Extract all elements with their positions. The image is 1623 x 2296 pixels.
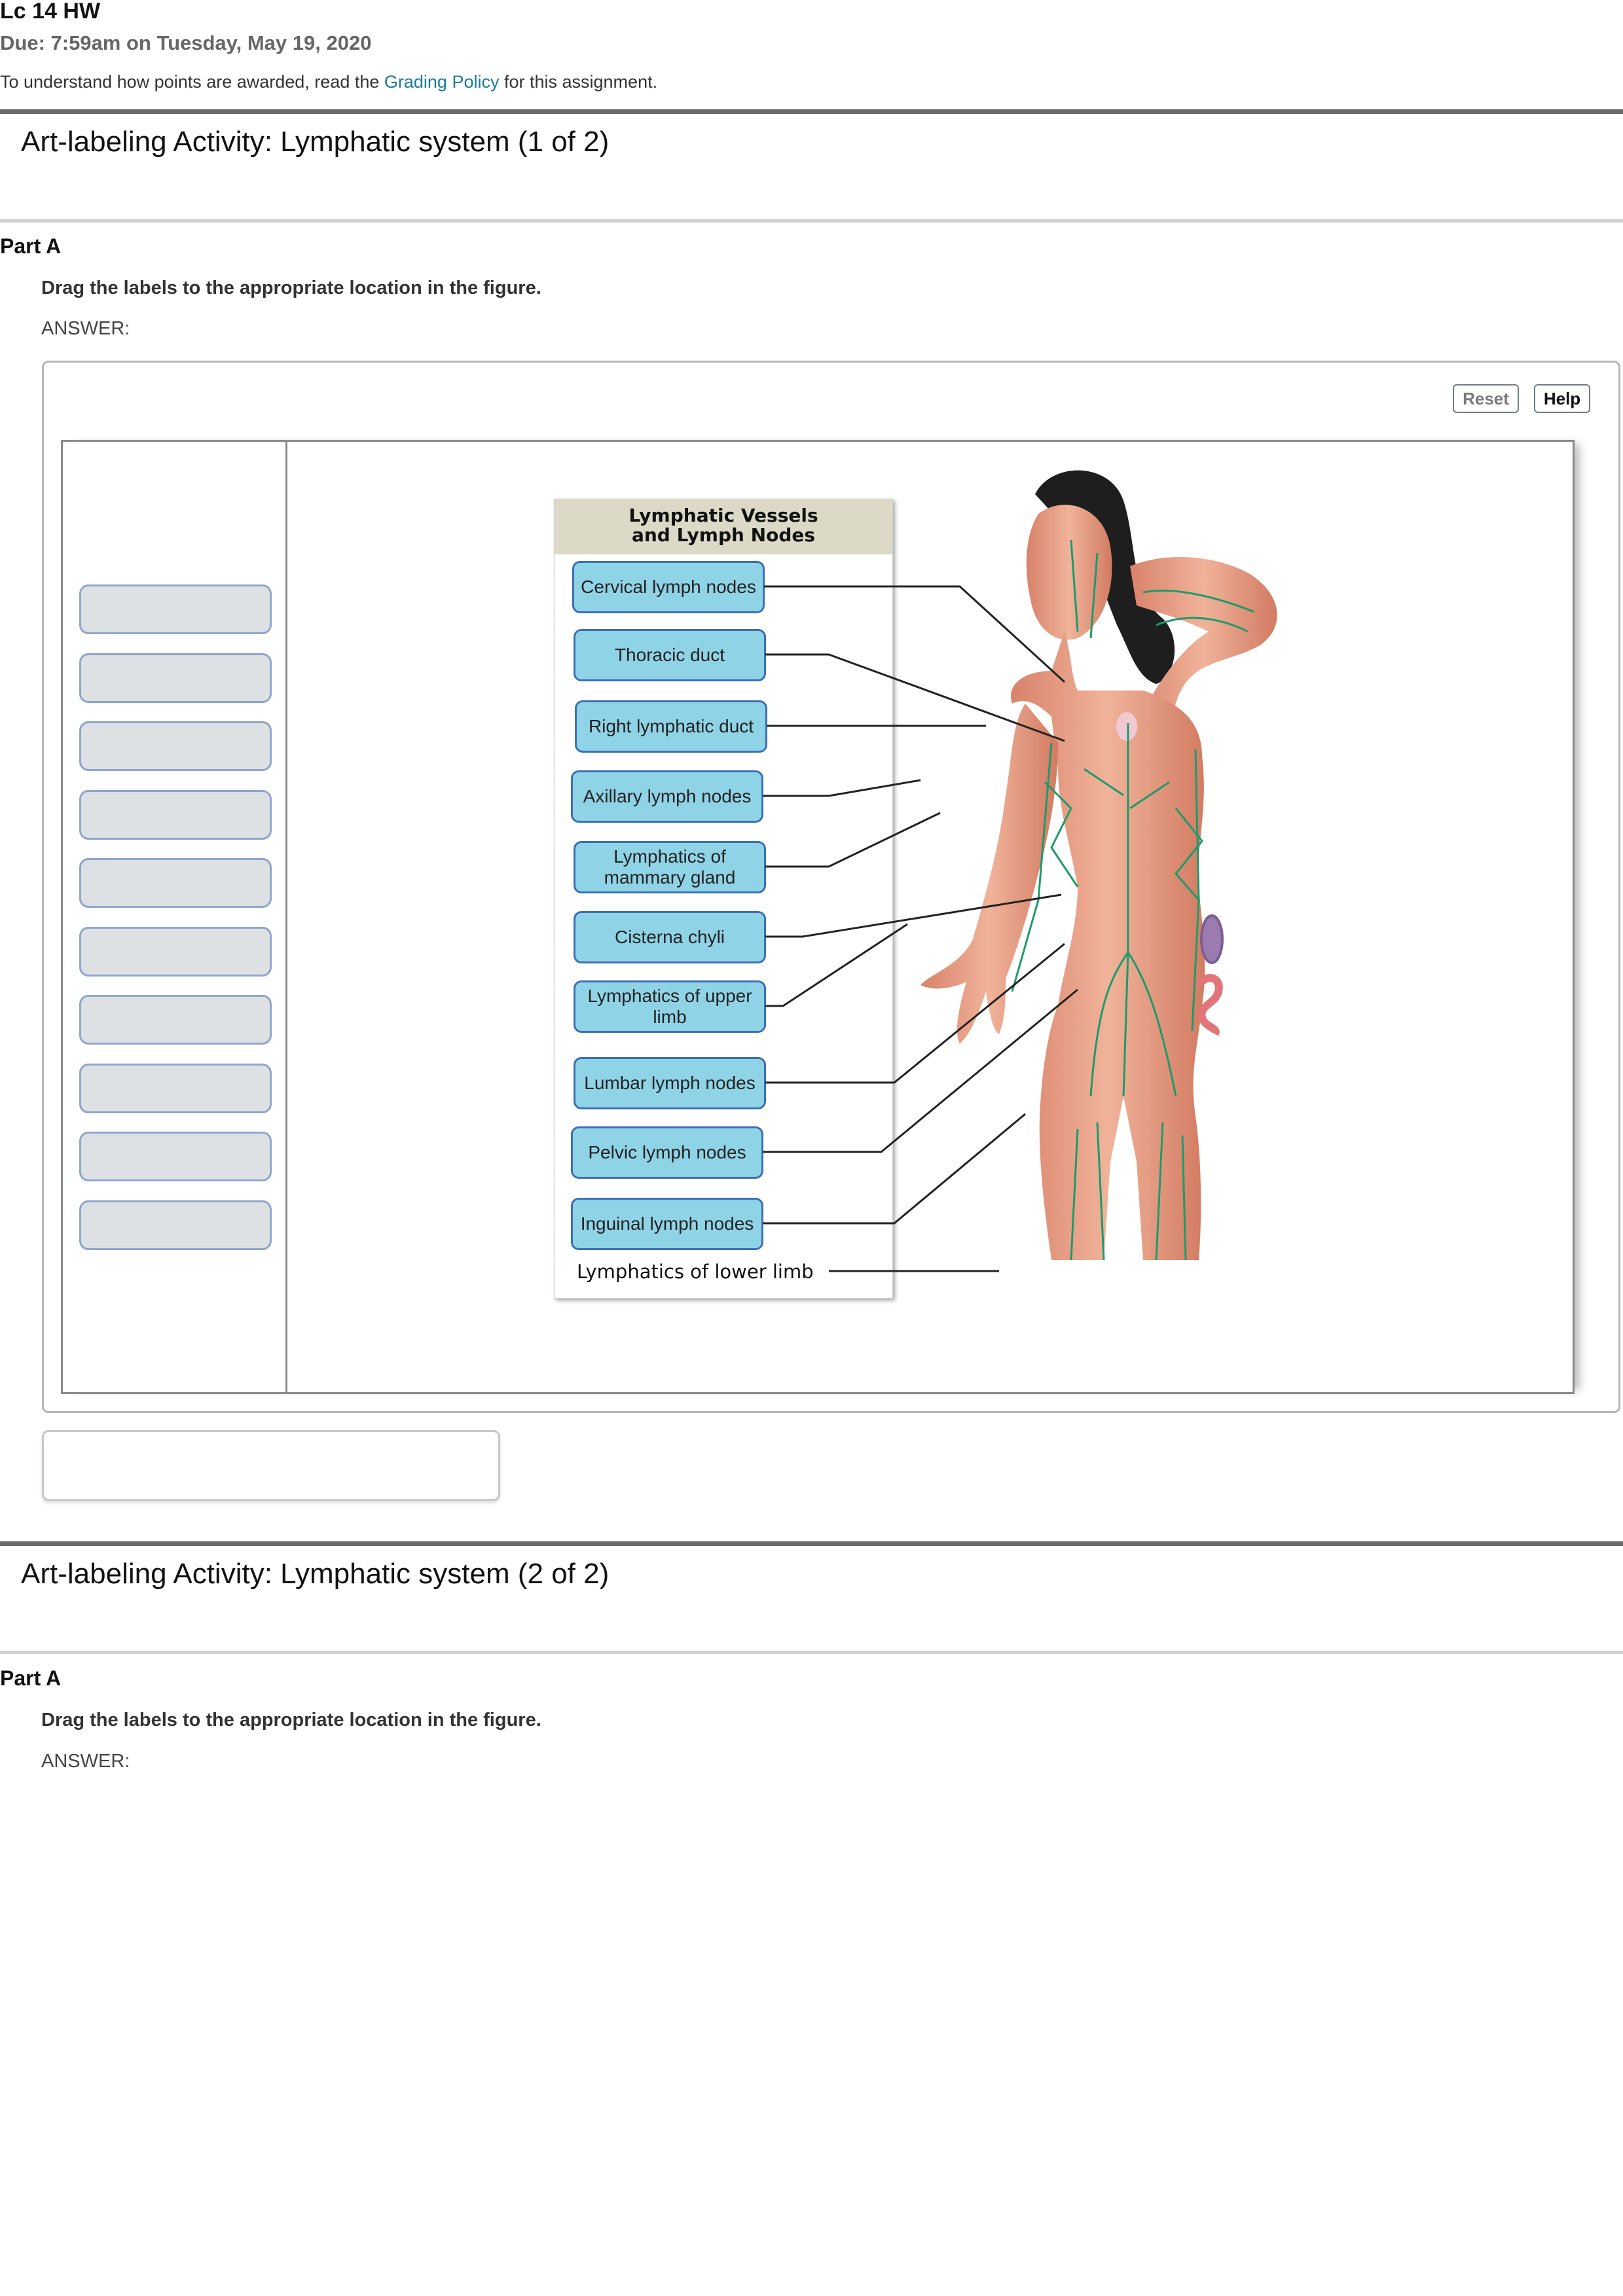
question-prompt: Drag the labels to the appropriate locat…: [41, 1710, 541, 1731]
section-subdivider: [0, 219, 1623, 223]
section-divider: [0, 109, 1623, 114]
reset-button[interactable]: Reset: [1453, 384, 1519, 413]
assignment-title: Lc 14 HW: [0, 0, 101, 24]
leader-line: [765, 893, 1062, 938]
policy-suffix: for this assignment.: [499, 72, 658, 92]
question-prompt: Drag the labels to the appropriate locat…: [41, 278, 541, 298]
leader-line: [763, 779, 921, 797]
part-heading: Part A: [0, 234, 62, 258]
help-button[interactable]: Help: [1534, 384, 1590, 413]
leader-line: [765, 653, 1065, 742]
grading-policy-link[interactable]: Grading Policy: [384, 72, 500, 92]
labeling-frame: Lymphatic Vessels and Lymph Nodes Cervic…: [61, 440, 1575, 1394]
leader-line: [764, 585, 1066, 683]
policy-prefix: To understand how points are awarded, re…: [0, 72, 384, 92]
feedback-box: [42, 1430, 500, 1501]
leader-line: [765, 942, 1065, 1084]
part-heading: Part A: [0, 1666, 62, 1690]
due-date: Due: 7:59am on Tuesday, May 19, 2020: [0, 31, 372, 54]
grading-policy-text: To understand how points are awarded, re…: [0, 72, 657, 92]
section-divider: [0, 1541, 1623, 1546]
leader-line: [763, 1113, 1026, 1225]
section-subdivider: [0, 1651, 1623, 1654]
leader-lines: [763, 585, 1078, 1272]
answer-label: ANSWER:: [41, 1751, 130, 1772]
answer-label: ANSWER:: [41, 318, 130, 339]
section-title: Art-labeling Activity: Lymphatic system …: [21, 126, 610, 158]
section-title: Art-labeling Activity: Lymphatic system …: [21, 1558, 610, 1590]
leader-line: [765, 812, 941, 868]
leader-line: [763, 988, 1078, 1153]
